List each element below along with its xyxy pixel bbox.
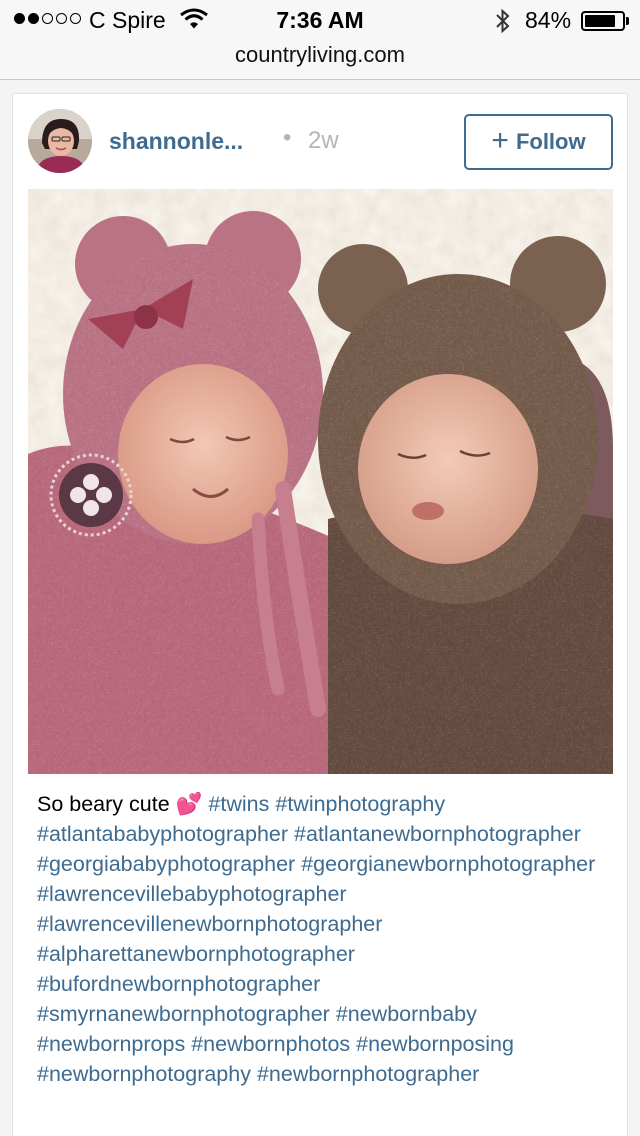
instagram-post-card: shannonle... • 2w + Follow So beary cute… bbox=[12, 93, 628, 1136]
hashtag-link[interactable]: #atlantababyphotographer bbox=[37, 822, 288, 846]
hashtag-link[interactable]: #georgianewbornphotographer bbox=[301, 852, 595, 876]
battery-tip bbox=[626, 17, 629, 25]
hashtag-link[interactable]: #newbornposing bbox=[356, 1032, 514, 1056]
post-photo[interactable] bbox=[28, 189, 613, 774]
hashtag-link[interactable]: #atlantanewbornphotographer bbox=[294, 822, 581, 846]
hashtag-link[interactable]: #georgiababyphotographer bbox=[37, 852, 295, 876]
two-hearts-emoji: 💕 bbox=[175, 792, 203, 816]
hashtag-link[interactable]: #lawrencevillenewbornphotographer bbox=[37, 912, 382, 936]
post-age[interactable]: 2w bbox=[308, 127, 339, 155]
follow-label: Follow bbox=[515, 129, 586, 154]
follow-button[interactable]: + Follow bbox=[464, 114, 613, 170]
hashtag-link[interactable]: #smyrnanewbornphotographer bbox=[37, 1002, 330, 1026]
address-bar[interactable]: countryliving.com bbox=[0, 40, 640, 80]
avatar[interactable] bbox=[28, 109, 92, 173]
hashtag-link[interactable]: #newbornphotographer bbox=[257, 1062, 479, 1086]
hashtag-link[interactable]: #twinphotography bbox=[275, 792, 445, 816]
bluetooth-icon bbox=[496, 8, 510, 34]
newborn-twins-photo bbox=[28, 189, 613, 774]
battery-icon bbox=[581, 11, 625, 31]
hashtag-link[interactable]: #twins bbox=[208, 792, 269, 816]
battery-percent: 84% bbox=[525, 7, 572, 33]
hashtag-list: #twins #twinphotography #atlantababyphot… bbox=[37, 792, 595, 1086]
hashtag-link[interactable]: #newbornphotos bbox=[191, 1032, 350, 1056]
caption-text: So beary cute bbox=[37, 792, 170, 816]
hashtag-link[interactable]: #alpharettanewbornphotographer bbox=[37, 942, 355, 966]
hashtag-link[interactable]: #lawrencevillebabyphotographer bbox=[37, 882, 347, 906]
avatar-image bbox=[28, 109, 92, 173]
url-text: countryliving.com bbox=[235, 42, 405, 67]
username-link[interactable]: shannonle... bbox=[109, 128, 243, 155]
hashtag-link[interactable]: #newbornphotography bbox=[37, 1062, 251, 1086]
plus-icon: + bbox=[491, 123, 509, 157]
hashtag-link[interactable]: #newbornprops bbox=[37, 1032, 185, 1056]
meta-separator: • bbox=[283, 124, 292, 151]
hashtag-link[interactable]: #bufordnewbornphotographer bbox=[37, 972, 320, 996]
hashtag-link[interactable]: #newbornbaby bbox=[336, 1002, 477, 1026]
status-bar: C Spire 7:36 AM 84% bbox=[0, 0, 640, 40]
post-caption: So beary cute 💕 #twins #twinphotography … bbox=[37, 789, 607, 1089]
